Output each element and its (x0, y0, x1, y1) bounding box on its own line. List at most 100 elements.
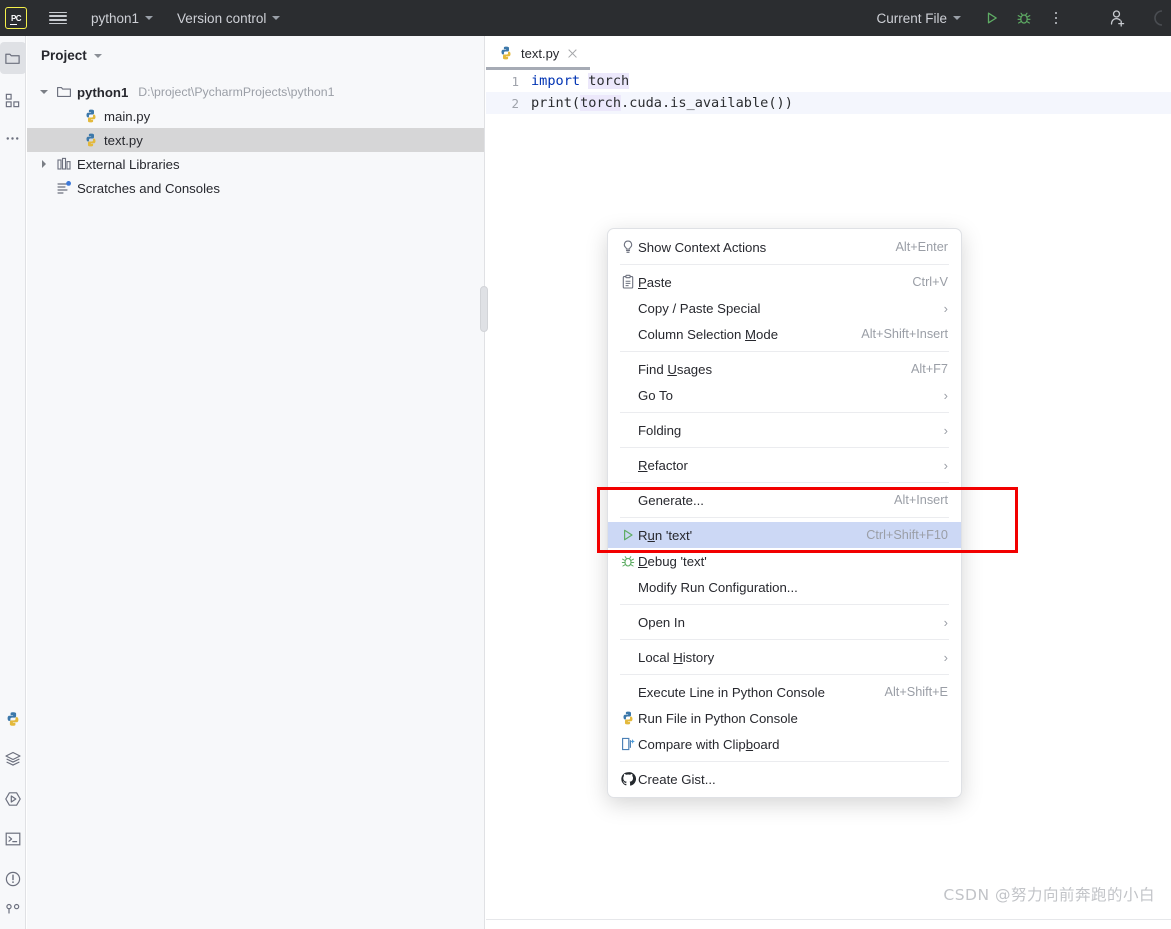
menu-separator (620, 639, 949, 640)
chevron-right-icon: › (943, 387, 948, 403)
menu-item-label: Local History (638, 649, 715, 665)
chevron-down-icon (953, 16, 961, 20)
menu-item-compare-with-clipboard[interactable]: Compare with Clipboard (608, 731, 961, 757)
menu-item-refactor[interactable]: Refactor › (608, 452, 961, 478)
editor-tab-bar: text.py (486, 36, 1171, 70)
run-configuration-selector[interactable]: Current File (876, 11, 961, 26)
menu-item-label: Go To (638, 387, 673, 403)
menu-item-label: Find Usages (638, 361, 713, 377)
chevron-down-icon[interactable] (37, 85, 51, 99)
tree-item-python1[interactable]: python1 D:\project\PycharmProjects\python… (27, 80, 484, 104)
tree-item-text-py[interactable]: text.py (27, 128, 484, 152)
close-tab-icon[interactable] (566, 46, 580, 60)
menu-item-folding[interactable]: Folding › (608, 417, 961, 443)
menu-item-shortcut: Alt+Insert (894, 493, 948, 507)
version-control-menu[interactable]: Version control (177, 11, 281, 26)
debug-bug-icon (621, 556, 635, 567)
menu-separator (620, 482, 949, 483)
chevron-down-icon (272, 16, 281, 20)
window-edge-control[interactable] (1145, 5, 1171, 31)
debug-button[interactable] (1011, 5, 1037, 31)
panel-resize-handle[interactable] (480, 286, 488, 332)
sidebar-item-project[interactable] (0, 42, 26, 74)
menu-item-copy-paste-special[interactable]: Copy / Paste Special › (608, 295, 961, 321)
menu-item-debug-text[interactable]: Debug 'text' (608, 548, 961, 574)
git-branch-icon (5, 903, 19, 914)
sidebar-item-run[interactable] (0, 783, 26, 815)
menu-item-label: Show Context Actions (638, 239, 767, 255)
code-line-2: 2 print(torch.cuda.is_available()) (486, 92, 1171, 114)
menu-item-run-file-in-python-console[interactable]: Run File in Python Console (608, 705, 961, 731)
menu-item-label: Run 'text' (638, 527, 693, 543)
project-tree: python1 D:\project\PycharmProjects\python… (27, 74, 484, 200)
python-file-icon (86, 109, 96, 123)
sidebar-item-structure[interactable] (0, 84, 26, 116)
code-text-line-2: print(torch.cuda.is_available()) (531, 95, 793, 111)
menu-item-local-history[interactable]: Local History › (608, 644, 961, 670)
menu-separator (620, 517, 949, 518)
chevron-right-icon: › (943, 457, 948, 473)
more-actions-button[interactable] (1043, 5, 1069, 31)
problems-icon (5, 871, 20, 887)
code-editor[interactable]: 1 import torch 2 print(torch.cuda.is_ava… (486, 70, 1171, 114)
editor-context-menu[interactable]: Show Context Actions Alt+Enter Paste Ctrl+V… (607, 228, 962, 798)
project-folder-icon (5, 53, 20, 64)
python-packages-icon (7, 712, 18, 726)
menu-item-find-usages[interactable]: Find Usages Alt+F7 (608, 356, 961, 382)
sidebar-item-database[interactable] (0, 743, 26, 775)
menu-item-paste[interactable]: Paste Ctrl+V (608, 269, 961, 295)
menu-item-column-selection-mode[interactable]: Column Selection Mode Alt+Shift+Insert (608, 321, 961, 347)
more-vertical-icon (1054, 11, 1058, 25)
sidebar-item-git[interactable] (0, 895, 26, 927)
menu-separator (620, 351, 949, 352)
menu-item-shortcut: Alt+Shift+Insert (861, 327, 948, 341)
menu-item-label: Generate... (638, 492, 704, 508)
menu-item-label: Open In (638, 614, 685, 630)
sidebar-item-problems[interactable] (0, 863, 26, 895)
tree-item-main-py[interactable]: main.py (27, 104, 484, 128)
menu-item-shortcut: Ctrl+Shift+F10 (866, 528, 948, 542)
chevron-right-icon: › (943, 614, 948, 630)
menu-item-create-gist[interactable]: Create Gist... (608, 766, 961, 792)
sidebar-item-terminal[interactable] (0, 823, 26, 855)
account-button[interactable] (1105, 5, 1131, 31)
run-tool-icon (4, 792, 21, 806)
chevron-right-icon[interactable] (37, 157, 51, 171)
menu-item-label: Compare with Clipboard (638, 736, 780, 752)
editor-tab-label: text.py (521, 45, 560, 61)
menu-item-generate[interactable]: Generate... Alt+Insert (608, 487, 961, 513)
tree-item-scratches-and-consoles[interactable]: Scratches and Consoles (27, 176, 484, 200)
tree-item-external-libraries[interactable]: External Libraries (27, 152, 484, 176)
project-selector[interactable]: python1 (91, 11, 154, 26)
compare-clipboard-icon (622, 737, 635, 751)
sidebar-item-more[interactable] (0, 122, 26, 154)
editor-tab-text-py[interactable]: text.py (486, 36, 591, 70)
add-user-icon (1110, 10, 1125, 27)
menu-item-go-to[interactable]: Go To › (608, 382, 961, 408)
lightbulb-icon (620, 239, 638, 255)
run-triangle-icon (987, 12, 997, 24)
run-triangle-icon (624, 529, 633, 541)
menu-item-label: Execute Line in Python Console (638, 684, 825, 700)
menu-item-execute-line-in-python-console[interactable]: Execute Line in Python Console Alt+Shift+… (608, 679, 961, 705)
sidebar-item-python-packages[interactable] (0, 703, 26, 735)
menu-item-show-context-actions[interactable]: Show Context Actions Alt+Enter (608, 234, 961, 260)
chevron-right-icon: › (943, 300, 948, 316)
menu-item-shortcut: Alt+Shift+E (884, 685, 948, 699)
project-panel-header[interactable]: Project (27, 36, 484, 74)
run-configuration-label: Current File (876, 10, 947, 26)
menu-item-modify-run-configuration[interactable]: Modify Run Configuration... (608, 574, 961, 600)
structure-icon (5, 93, 20, 107)
scratches-icon (57, 181, 71, 194)
run-button[interactable] (979, 5, 1005, 31)
github-icon (620, 771, 638, 787)
menu-item-run-text[interactable]: Run 'text' Ctrl+Shift+F10 (608, 522, 961, 548)
terminal-icon (5, 832, 20, 846)
menu-item-shortcut: Ctrl+V (912, 275, 948, 289)
hamburger-menu-icon[interactable] (49, 11, 67, 25)
menu-item-open-in[interactable]: Open In › (608, 609, 961, 635)
github-icon (621, 772, 636, 786)
debug-bug-icon (620, 553, 638, 569)
code-text-line-1: import torch (531, 73, 630, 89)
menu-separator (620, 761, 949, 762)
